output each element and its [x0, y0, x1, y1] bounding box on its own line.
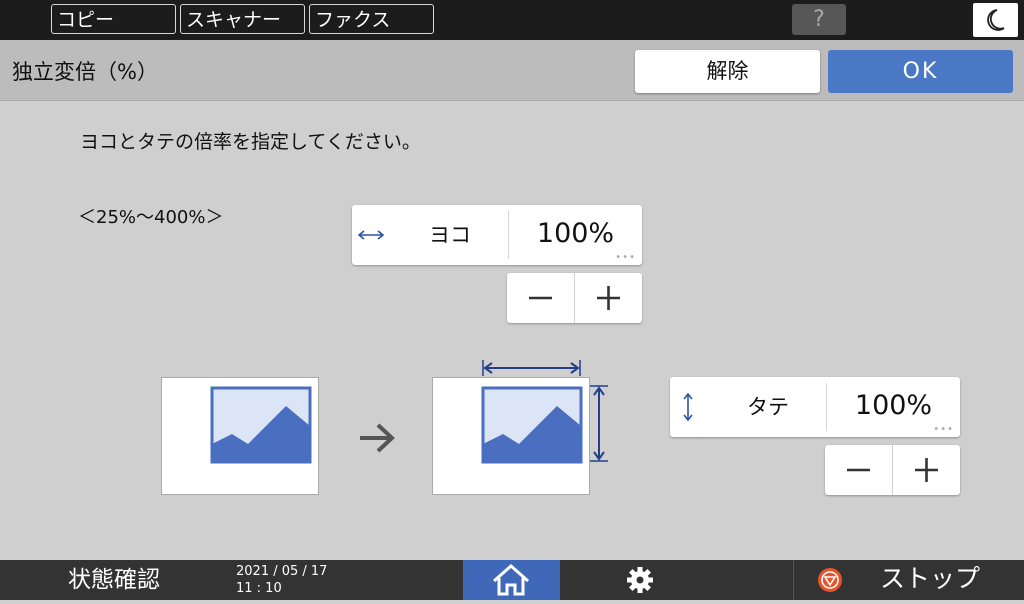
moon-icon: [987, 9, 1005, 31]
plus-icon: [915, 458, 938, 482]
horizontal-arrow-icon: [357, 230, 385, 240]
page-title: 独立変倍（%）: [12, 60, 158, 84]
date-time: 2021 / 05 / 17 11 : 10: [236, 563, 327, 597]
tab-scanner-label: スキャナー: [186, 9, 282, 31]
image-icon: [210, 386, 312, 464]
time-text: 11 : 10: [236, 581, 282, 596]
night-mode-button[interactable]: [973, 3, 1018, 37]
tab-copy-label: コピー: [57, 9, 115, 31]
horizontal-ratio-field[interactable]: ヨコ 100% •••: [352, 205, 642, 265]
image-icon: [481, 386, 583, 464]
settings-button[interactable]: [590, 560, 690, 600]
range-text: ＜25%〜400%＞: [78, 207, 224, 228]
cancel-button[interactable]: 解除: [635, 50, 820, 93]
horizontal-stepper: [507, 273, 642, 323]
more-dots-icon: •••: [615, 252, 636, 263]
ok-button[interactable]: OK: [828, 50, 1013, 93]
home-button[interactable]: [463, 560, 560, 600]
status-check-button[interactable]: 状態確認: [0, 560, 228, 600]
title-bar: 独立変倍（%） 解除 OK: [0, 40, 1024, 101]
horizontal-dimension-icon: [482, 360, 581, 376]
help-button[interactable]: ?: [792, 4, 846, 35]
minus-icon: [847, 468, 870, 472]
stop-label: ストップ: [880, 564, 981, 593]
stop-icon: [818, 568, 842, 592]
gear-icon: [627, 567, 653, 593]
stop-button[interactable]: ストップ: [793, 560, 1024, 600]
vertical-dimension-icon: [590, 385, 608, 462]
vertical-stepper: [825, 445, 960, 495]
bottom-bar: 状態確認 2021 / 05 / 17 11 : 10 ストップ: [0, 560, 1024, 600]
instruction-text: ヨコとタテの倍率を指定してください。: [80, 131, 421, 153]
home-icon: [493, 563, 529, 596]
help-icon: ?: [813, 7, 825, 32]
date-text: 2021 / 05 / 17: [236, 564, 328, 579]
arrow-right-icon: [360, 423, 395, 453]
vertical-arrow-icon: [683, 392, 693, 422]
tab-scanner[interactable]: スキャナー: [180, 4, 305, 34]
plus-icon: [597, 286, 620, 310]
tab-fax[interactable]: ファクス: [309, 4, 434, 34]
scaled-page-illustration: [432, 377, 590, 495]
original-page-illustration: [161, 377, 319, 495]
tab-fax-label: ファクス: [315, 9, 391, 31]
tab-copy[interactable]: コピー: [51, 4, 176, 34]
vertical-label: タテ: [747, 395, 789, 419]
top-bar: コピー スキャナー ファクス ?: [0, 0, 1024, 40]
horizontal-plus-button[interactable]: [575, 273, 642, 323]
more-dots-icon: •••: [933, 424, 954, 435]
horizontal-label: ヨコ: [429, 223, 471, 247]
vertical-ratio-field[interactable]: タテ 100% •••: [670, 377, 960, 437]
vertical-plus-button[interactable]: [893, 445, 960, 495]
horizontal-minus-button[interactable]: [507, 273, 575, 323]
vertical-minus-button[interactable]: [825, 445, 893, 495]
minus-icon: [529, 296, 552, 300]
